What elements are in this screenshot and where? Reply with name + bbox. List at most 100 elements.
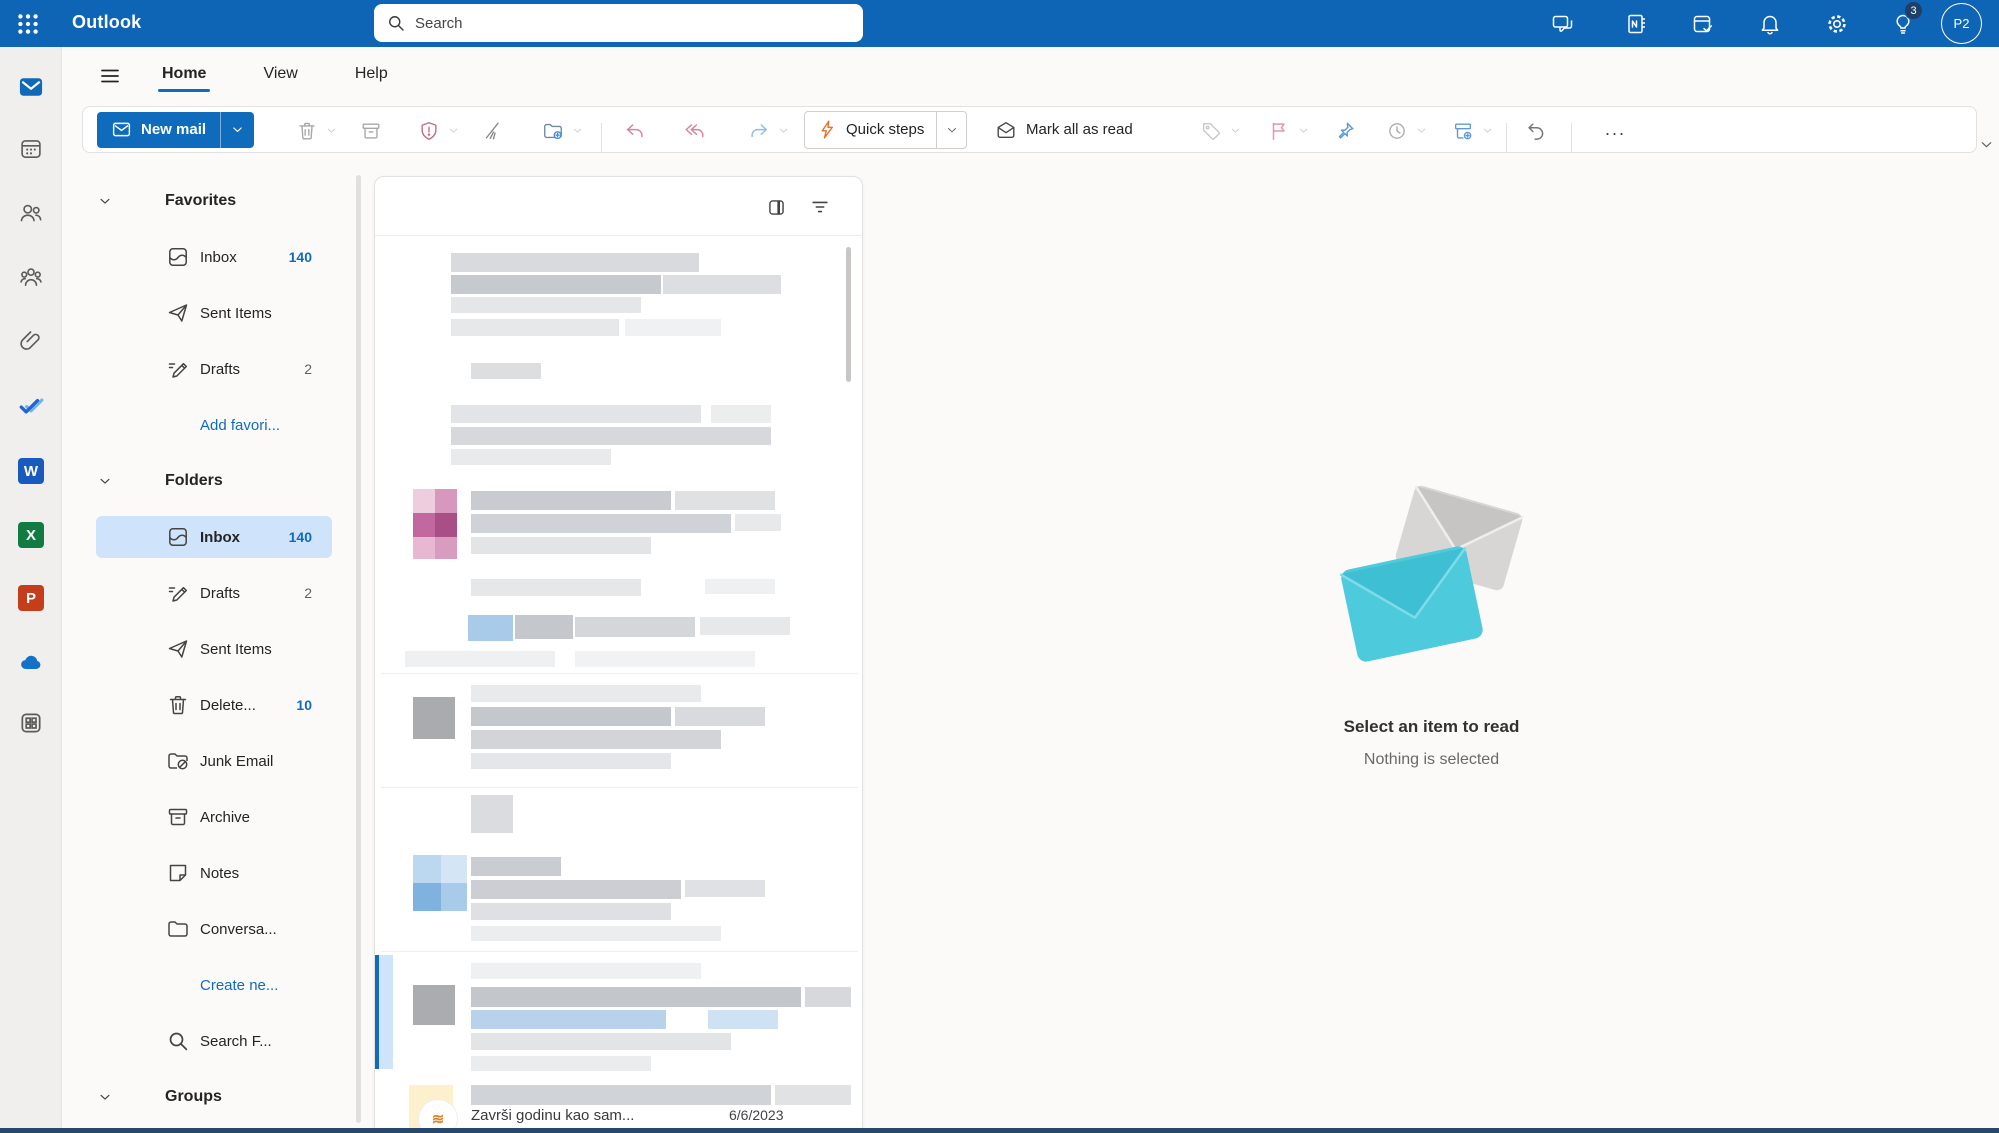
rail-excel-button[interactable]: X: [0, 515, 62, 555]
chevron-down-icon: [97, 1089, 113, 1105]
folder-item-conversa[interactable]: Conversa...: [62, 901, 374, 957]
mark-all-as-read-button[interactable]: Mark all as read: [995, 107, 1133, 152]
tag-button[interactable]: [1194, 114, 1228, 148]
trash-icon: [166, 693, 190, 717]
app-launcher-button[interactable]: [8, 4, 48, 44]
calendar-icon: [18, 136, 44, 162]
undo-button[interactable]: [1519, 114, 1553, 148]
delete-button[interactable]: [290, 114, 324, 148]
chevron-down-icon[interactable]: [1229, 124, 1242, 137]
waffle-icon: [18, 14, 38, 34]
reply-all-button[interactable]: [678, 114, 712, 148]
collapse-ribbon-button[interactable]: [1978, 136, 1995, 158]
folder-item-inbox[interactable]: Inbox140: [62, 509, 374, 565]
rail-attachments-button[interactable]: [0, 321, 62, 361]
section-header-folders[interactable]: Folders: [62, 453, 374, 509]
unread-count: 2: [304, 361, 312, 377]
blurred-content-block: [435, 513, 457, 537]
rules-button[interactable]: [1446, 114, 1480, 148]
my-day-button[interactable]: [1686, 8, 1720, 40]
rail-groups-button[interactable]: [0, 257, 62, 297]
folder-item-archive[interactable]: Archive: [62, 789, 374, 845]
section-title: Groups: [165, 1088, 222, 1106]
archive-button[interactable]: [354, 114, 388, 148]
chevron-down-icon[interactable]: [777, 124, 790, 137]
account-avatar[interactable]: P2: [1941, 3, 1982, 44]
inbox-icon: [166, 245, 190, 269]
chevron-down-icon[interactable]: [447, 124, 460, 137]
folder-item-sentitems[interactable]: Sent Items: [62, 285, 374, 341]
blurred-content-block: [451, 405, 701, 423]
blurred-content-block: [805, 987, 851, 1007]
people-icon: [18, 200, 44, 226]
more-options-button[interactable]: ...: [1605, 119, 1626, 140]
empty-state-subtitle: Nothing is selected: [864, 751, 1999, 769]
blurred-content-block: [451, 275, 661, 294]
pin-button[interactable]: [1328, 114, 1362, 148]
move-to-button[interactable]: [536, 114, 570, 148]
rail-onedrive-button[interactable]: [0, 643, 62, 683]
message-date: 6/6/2023: [729, 1107, 784, 1124]
folder-link-createne[interactable]: Create ne...: [62, 957, 374, 1013]
gear-button[interactable]: [1820, 8, 1854, 40]
empty-state: Select an item to read Nothing is select…: [864, 476, 1999, 769]
chevron-down-icon: [97, 473, 113, 489]
new-mail-dropdown[interactable]: [220, 112, 254, 148]
chevron-down-icon[interactable]: [1415, 124, 1428, 137]
reply-button[interactable]: [618, 114, 652, 148]
blurred-content-block: [685, 880, 765, 897]
message-row[interactable]: Završi godinu kao sam... 6/6/2023: [471, 1107, 851, 1124]
select-messages-button[interactable]: [762, 193, 790, 221]
folder-pane-scrollbar[interactable]: [356, 175, 361, 1123]
quick-steps-button[interactable]: Quick steps: [804, 111, 967, 149]
sweep-button[interactable]: [476, 114, 510, 148]
tab-help[interactable]: Help: [353, 57, 390, 95]
rail-people-button[interactable]: [0, 193, 62, 233]
chat-button[interactable]: [1546, 8, 1580, 40]
snooze-button[interactable]: [1380, 114, 1414, 148]
bell-button[interactable]: [1753, 8, 1787, 40]
chevron-down-icon[interactable]: [1481, 124, 1494, 137]
search-input[interactable]: Search: [374, 4, 863, 42]
flag-button[interactable]: [1262, 114, 1296, 148]
hamburger-button[interactable]: [92, 61, 128, 91]
folder-item-delete[interactable]: Delete...10: [62, 677, 374, 733]
rail-todo-button[interactable]: [0, 386, 62, 426]
todo-icon: [18, 393, 44, 419]
folder-item-searchf[interactable]: Search F...: [62, 1013, 374, 1069]
report-button[interactable]: [412, 114, 446, 148]
section-header-groups[interactable]: Groups: [62, 1069, 374, 1125]
blurred-content-block: [471, 1085, 771, 1105]
reply-icon: [624, 120, 646, 142]
folder-item-sentitems[interactable]: Sent Items: [62, 621, 374, 677]
message-list-scrollbar[interactable]: [846, 247, 851, 382]
folder-item-drafts[interactable]: Drafts2: [62, 565, 374, 621]
rail-calendar-button[interactable]: [0, 129, 62, 169]
chevron-down-icon[interactable]: [571, 124, 584, 137]
chevron-down-icon[interactable]: [325, 124, 338, 137]
new-mail-button[interactable]: New mail: [97, 112, 254, 148]
section-header-favorites[interactable]: Favorites: [62, 173, 374, 229]
tab-view[interactable]: View: [261, 57, 299, 95]
gear-icon: [1825, 12, 1849, 36]
move-to-icon: [542, 120, 564, 142]
quick-steps-dropdown[interactable]: [936, 112, 966, 148]
folder-item-junkemail[interactable]: Junk Email: [62, 733, 374, 789]
folder-item-inbox[interactable]: Inbox140: [62, 229, 374, 285]
filter-button[interactable]: [806, 193, 834, 221]
rail-apps-button[interactable]: [0, 703, 62, 743]
rail-word-button[interactable]: W: [0, 451, 62, 491]
chevron-down-icon[interactable]: [1297, 124, 1310, 137]
folder-item-notes[interactable]: Notes: [62, 845, 374, 901]
folder-link-addfavori[interactable]: Add favori...: [62, 397, 374, 453]
folder-item-drafts[interactable]: Drafts2: [62, 341, 374, 397]
tab-home[interactable]: Home: [160, 57, 208, 95]
reply-all-icon: [684, 120, 706, 142]
blurred-content-block: [441, 883, 467, 911]
onenote-button[interactable]: [1620, 8, 1654, 40]
rail-powerpoint-button[interactable]: P: [0, 578, 62, 618]
forward-button[interactable]: [742, 114, 776, 148]
unread-count: 10: [296, 697, 312, 713]
lightbulb-button[interactable]: 3: [1886, 8, 1920, 40]
rail-mail-button[interactable]: [0, 67, 62, 107]
